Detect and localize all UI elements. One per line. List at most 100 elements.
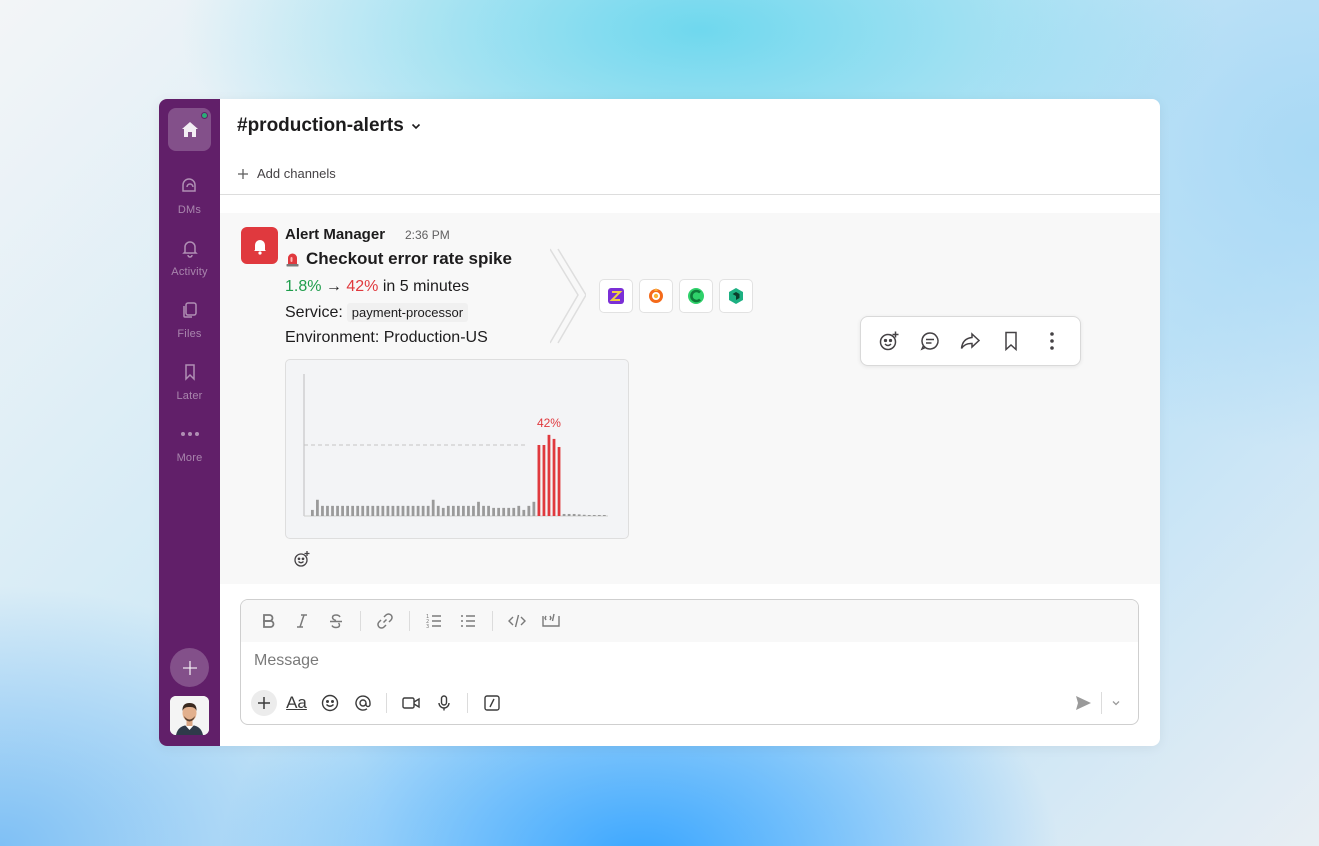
add-channels-button[interactable]: Add channels xyxy=(237,166,336,181)
rotating-light-icon xyxy=(286,253,299,267)
aa-label: Aa xyxy=(286,693,307,712)
toolbar-separator xyxy=(492,611,493,631)
share-icon[interactable] xyxy=(959,330,981,352)
sender-name[interactable]: Alert Manager xyxy=(285,226,385,243)
app-icon-1 xyxy=(608,288,624,304)
chart-bar xyxy=(411,505,415,516)
reply-thread-icon[interactable] xyxy=(919,330,941,352)
formatting-toggle-button[interactable]: Aa xyxy=(280,688,313,718)
workspace-rail: DMs Activity Files Later More xyxy=(159,99,220,746)
chart-bar xyxy=(482,505,485,516)
chart-bar xyxy=(451,505,455,516)
video-button[interactable] xyxy=(394,688,427,718)
shortcuts-button[interactable] xyxy=(475,688,508,718)
chart-bar xyxy=(346,505,350,516)
grafana-icon[interactable] xyxy=(639,279,673,313)
bot-avatar[interactable] xyxy=(241,227,278,264)
message-timestamp[interactable]: 2:36 PM xyxy=(405,228,450,242)
mention-button[interactable] xyxy=(346,688,379,718)
chart-bar xyxy=(361,505,365,516)
service-line: Service: payment-processor xyxy=(285,303,469,322)
add-reaction-icon xyxy=(294,551,310,567)
rail-item-later[interactable]: Later xyxy=(159,362,220,404)
app-window: DMs Activity Files Later More #productio… xyxy=(159,99,1160,746)
add-channels-label: Add channels xyxy=(257,166,336,181)
rail-label-activity: Activity xyxy=(171,266,208,278)
channel-title-button[interactable]: #production-alerts xyxy=(237,115,422,137)
ordered-list-button[interactable]: 1 2 3 xyxy=(417,605,451,637)
more-actions-icon[interactable] xyxy=(1041,330,1063,352)
strikethrough-button[interactable] xyxy=(319,605,353,637)
message-input[interactable]: Message xyxy=(254,652,319,670)
bulleted-list-button[interactable] xyxy=(451,605,485,637)
service-code: payment-processor xyxy=(346,303,469,322)
rail-item-files[interactable]: Files xyxy=(159,300,220,342)
chart-bar xyxy=(376,505,380,516)
send-options-button[interactable] xyxy=(1104,688,1128,718)
channel-view: #production-alerts Add channels Alert Ma… xyxy=(220,99,1160,746)
chart-attachment[interactable]: 42% xyxy=(285,359,629,539)
audio-button[interactable] xyxy=(427,688,460,718)
rail-item-activity[interactable]: Activity xyxy=(159,238,220,280)
chart-annotation: 42% xyxy=(537,416,561,430)
emoji-icon xyxy=(321,694,338,712)
save-icon[interactable] xyxy=(1000,330,1022,352)
chart-bar xyxy=(446,505,450,516)
toolbar-separator xyxy=(467,693,468,713)
files-icon xyxy=(182,302,197,318)
send-button[interactable] xyxy=(1066,688,1099,718)
attach-circle xyxy=(250,690,277,716)
app-icon-4 xyxy=(729,288,743,304)
chart-bar xyxy=(331,505,334,516)
video-icon xyxy=(401,697,420,709)
message-composer: 1 2 3 Message Aa xyxy=(240,599,1139,725)
bell-icon xyxy=(253,239,266,255)
chart-bar xyxy=(441,507,445,516)
chart-bar xyxy=(356,505,360,516)
chart-bar xyxy=(421,505,425,516)
rate-to: 42% xyxy=(346,278,379,295)
ordered-list-icon: 1 2 3 xyxy=(426,614,441,630)
microphone-icon xyxy=(437,695,450,711)
grafana-icon xyxy=(649,288,663,303)
rail-item-dms[interactable]: DMs xyxy=(159,176,220,218)
environment-line: Environment: Production-US xyxy=(285,329,488,346)
chart-bar xyxy=(386,505,390,516)
app-icon-3[interactable] xyxy=(679,279,713,313)
chart-bar xyxy=(562,513,566,516)
bold-button[interactable] xyxy=(251,605,285,637)
italic-icon xyxy=(297,614,307,628)
svg-text:3: 3 xyxy=(426,624,429,630)
rail-item-more[interactable]: More xyxy=(159,424,220,466)
app-icon-1[interactable] xyxy=(599,279,633,313)
attach-button[interactable] xyxy=(247,688,280,718)
chevron-down-icon xyxy=(1112,701,1120,706)
home-button[interactable] xyxy=(168,108,211,151)
message-row[interactable]: Alert Manager 2:36 PM Checkout error rat… xyxy=(220,213,1160,584)
chart-bar xyxy=(582,514,586,516)
rail-label-later: Later xyxy=(176,390,203,402)
chart-bar-spike xyxy=(542,445,546,516)
chart-bar xyxy=(517,505,521,516)
add-reaction-icon[interactable] xyxy=(878,330,900,352)
chart-bar xyxy=(326,505,329,516)
chart-bar xyxy=(587,515,591,516)
toolbar-separator xyxy=(386,693,387,713)
code-block-button[interactable] xyxy=(534,605,568,637)
add-workspace-button[interactable] xyxy=(170,648,209,687)
rail-label-more: More xyxy=(176,452,203,464)
chart-bar xyxy=(462,505,465,516)
toolbar-separator xyxy=(409,611,410,631)
chart-bar xyxy=(321,505,324,516)
user-avatar[interactable] xyxy=(170,696,209,735)
app-icon-4[interactable] xyxy=(719,279,753,313)
code-button[interactable] xyxy=(500,605,534,637)
service-label: Service: xyxy=(285,304,343,321)
integration-icons xyxy=(599,279,753,313)
home-icon xyxy=(181,121,198,137)
italic-button[interactable] xyxy=(285,605,319,637)
add-reaction-button[interactable] xyxy=(293,550,311,573)
emoji-button[interactable] xyxy=(313,688,346,718)
link-button[interactable] xyxy=(368,605,402,637)
code-block-icon xyxy=(542,613,560,627)
